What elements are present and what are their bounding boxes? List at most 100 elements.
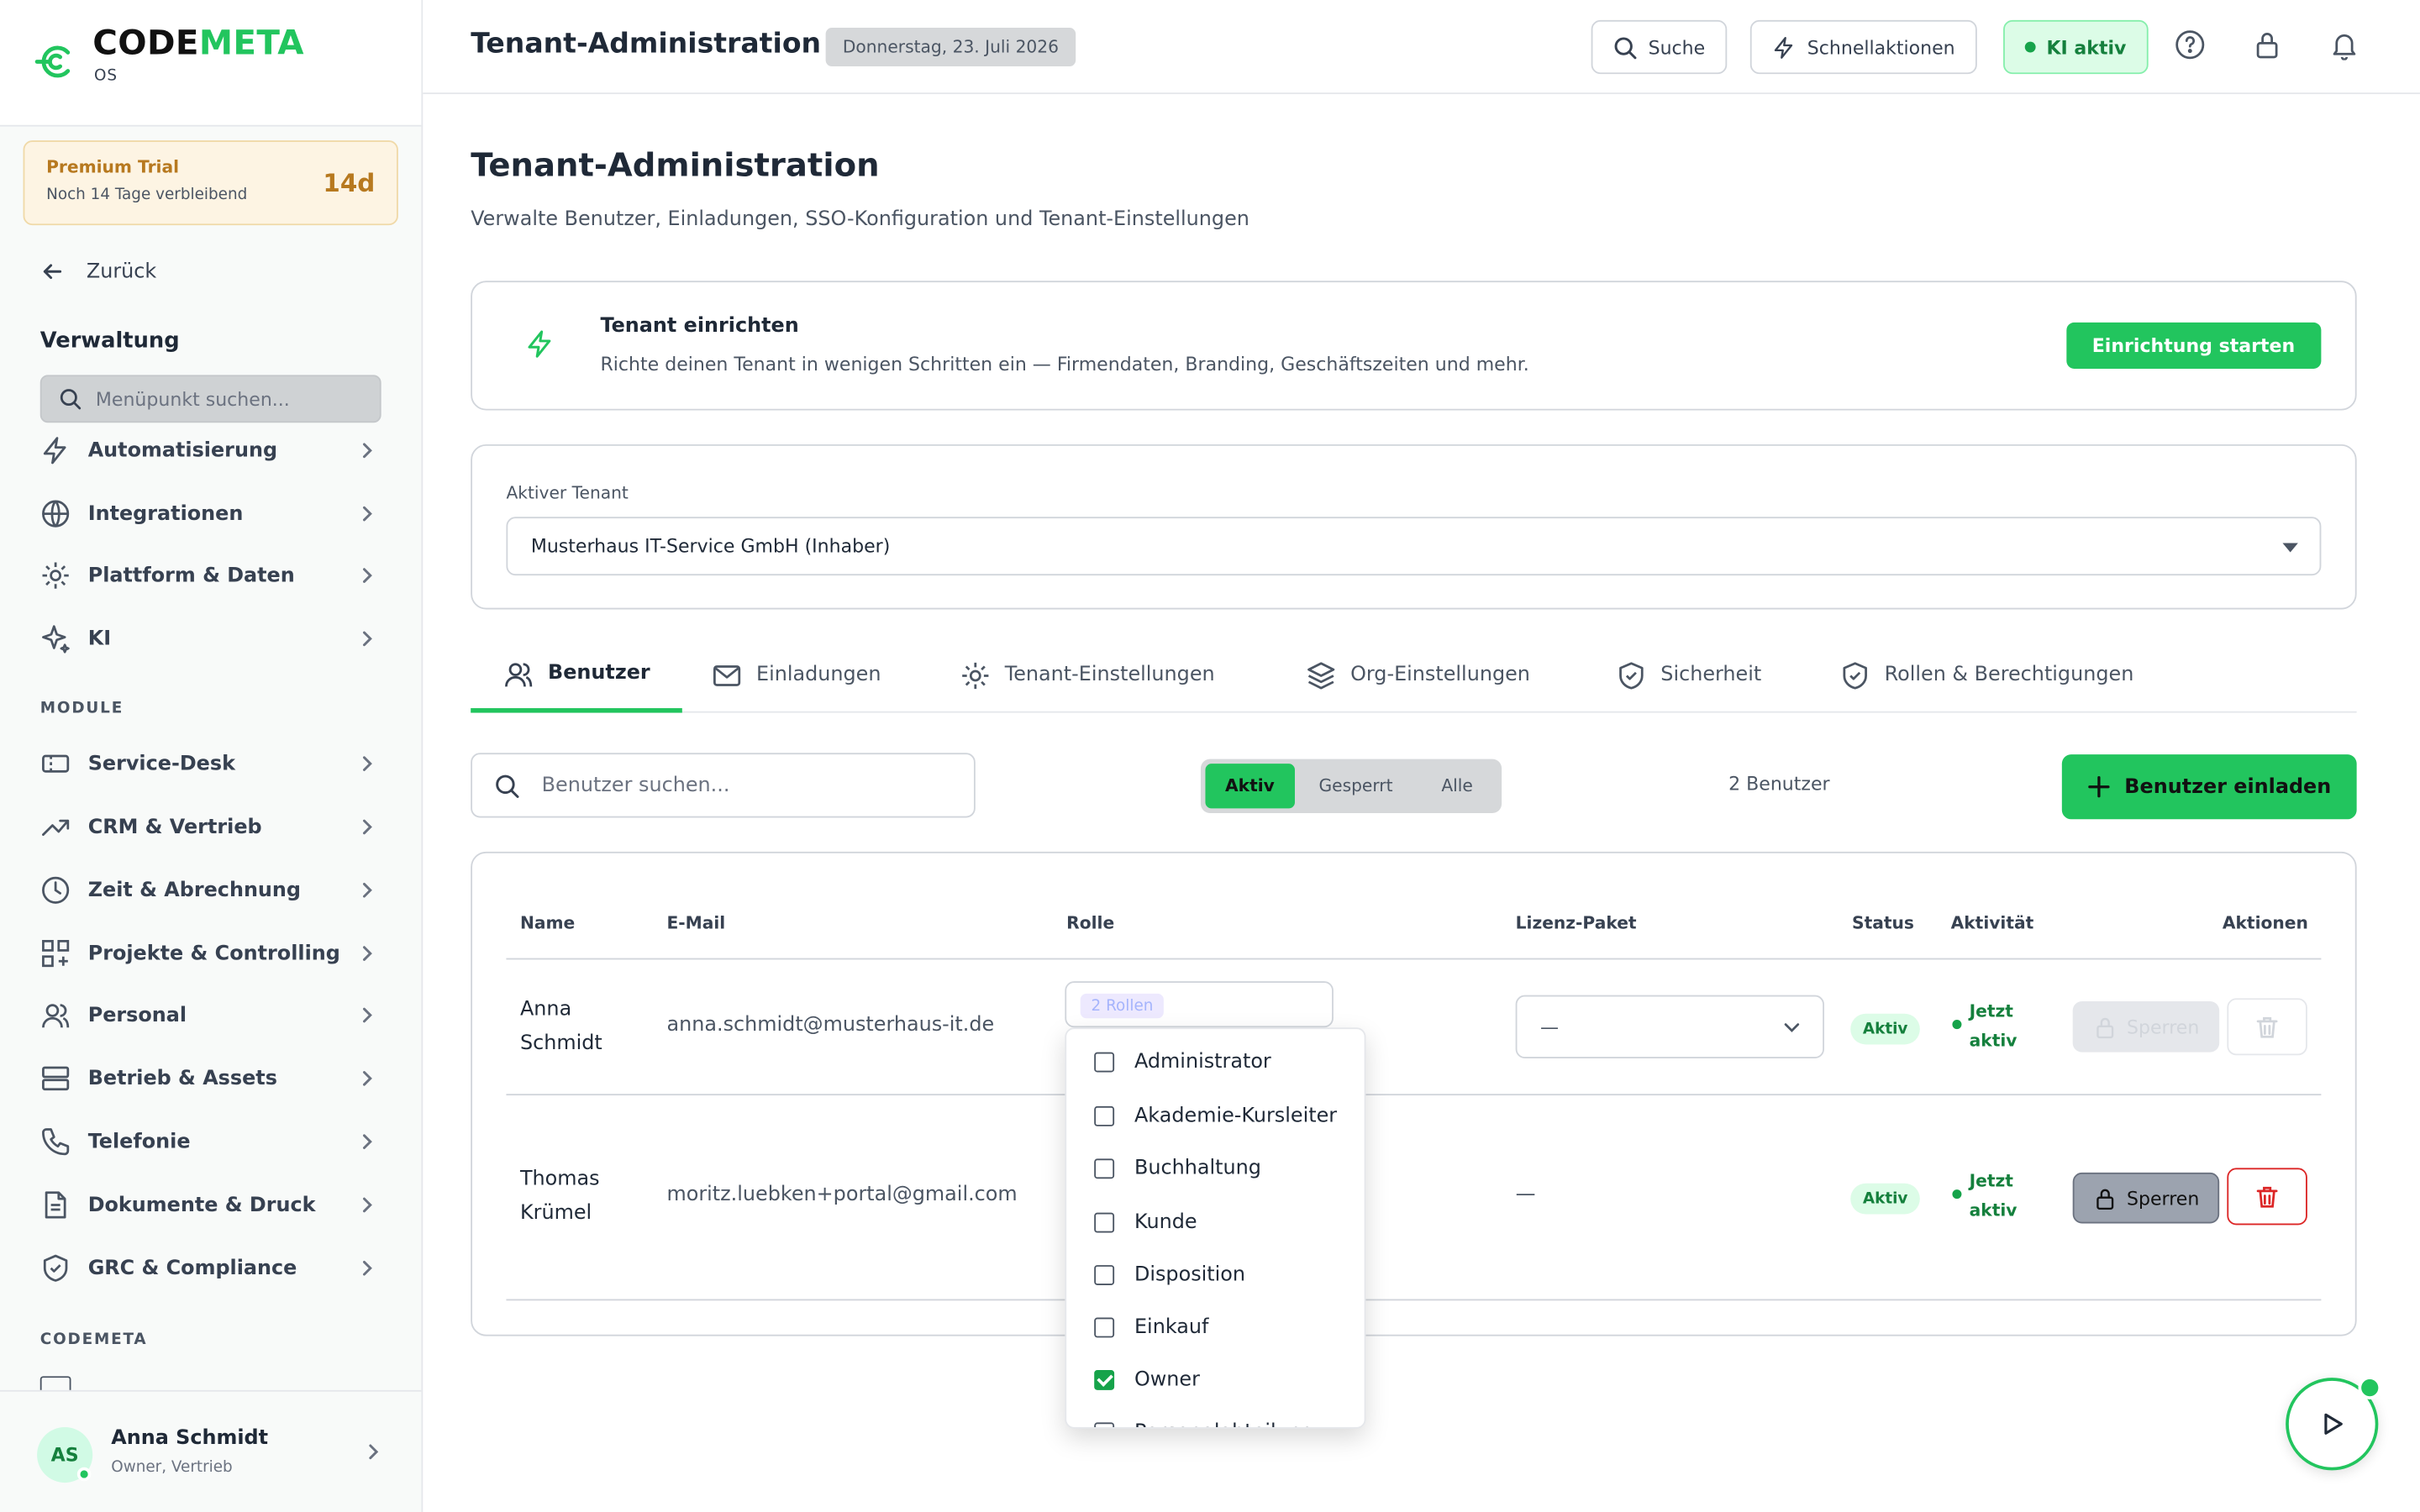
layers-icon xyxy=(1306,659,1337,690)
main-title: Tenant-Administration xyxy=(471,146,880,184)
role-option[interactable]: Personalabteilung xyxy=(1094,1416,1314,1427)
search-button[interactable]: Suche xyxy=(1591,19,1727,75)
checkbox[interactable] xyxy=(1094,1264,1115,1285)
chevron-right-icon xyxy=(358,881,376,900)
trash-icon xyxy=(2254,1184,2279,1209)
user-profile[interactable]: AS Anna Schmidt Owner, Vertrieb xyxy=(0,1389,422,1512)
invite-user-button[interactable]: Benutzer einladen xyxy=(2061,754,2357,820)
trial-subtitle: Noch 14 Tage verbleibend xyxy=(46,186,248,204)
chevron-right-icon xyxy=(358,754,376,773)
user-role: Owner, Vertrieb xyxy=(111,1459,233,1477)
premium-trial-banner[interactable]: Premium Trial Noch 14 Tage verbleibend 1… xyxy=(23,140,398,226)
filter-aktiv[interactable]: Aktiv xyxy=(1205,764,1295,809)
lock-label: Sperren xyxy=(2126,1016,2200,1038)
role-option[interactable]: Disposition xyxy=(1094,1259,1245,1290)
chevron-right-icon xyxy=(358,1259,376,1278)
sidebar-item-label: Plattform & Daten xyxy=(87,564,295,587)
logo-icon xyxy=(34,43,80,80)
users-icon xyxy=(503,658,534,689)
checkbox[interactable] xyxy=(1094,1158,1115,1179)
help-icon[interactable] xyxy=(2175,29,2206,60)
ki-status-button[interactable]: KI aktiv xyxy=(2003,19,2149,75)
user-search-input[interactable]: Benutzer suchen... xyxy=(471,753,976,818)
sidebar-item-crm[interactable]: CRM & Vertrieb xyxy=(40,804,383,850)
activity-cell: Jetzt aktiv xyxy=(1952,1167,2017,1226)
plus-icon xyxy=(2087,776,2109,798)
sidebar-item-automatisierung[interactable]: Automatisierung xyxy=(40,428,383,474)
delete-user-button[interactable] xyxy=(2227,998,2307,1056)
chevron-right-icon xyxy=(358,1132,376,1151)
sidebar-item-zeit[interactable]: Zeit & Abrechnung xyxy=(40,867,383,913)
tab-benutzer[interactable]: Benutzer xyxy=(471,638,683,713)
license-value: — xyxy=(1540,1016,1560,1038)
bell-icon[interactable] xyxy=(2329,29,2360,60)
role-option[interactable]: Einkauf xyxy=(1094,1311,1208,1342)
role-option[interactable]: Administrator xyxy=(1094,1046,1271,1077)
tab-tenant-einstellungen[interactable]: Tenant-Einstellungen xyxy=(928,638,1247,711)
search-icon xyxy=(494,772,520,798)
lock-user-button[interactable]: Sperren xyxy=(2072,1001,2220,1053)
delete-user-button[interactable] xyxy=(2227,1168,2307,1226)
tab-sicherheit[interactable]: Sicherheit xyxy=(1583,638,1793,711)
sidebar-item-grc[interactable]: GRC & Compliance xyxy=(40,1245,383,1291)
sidebar-item-service-desk[interactable]: Service-Desk xyxy=(40,741,383,787)
lock-icon[interactable] xyxy=(2252,29,2283,60)
column-header-name: Name xyxy=(519,913,576,934)
sidebar-item-ki[interactable]: KI xyxy=(40,616,383,662)
tab-einladungen[interactable]: Einladungen xyxy=(679,638,913,711)
role-option[interactable]: Owner xyxy=(1094,1364,1200,1395)
column-header-activity: Aktivität xyxy=(1950,913,2034,934)
divider xyxy=(506,958,2322,960)
divider xyxy=(506,1299,2322,1301)
lightning-icon xyxy=(1772,34,1797,59)
sidebar-item-betrieb[interactable]: Betrieb & Assets xyxy=(40,1055,383,1101)
sidebar-item-plattform[interactable]: Plattform & Daten xyxy=(40,553,383,599)
sidebar-item-label: GRC & Compliance xyxy=(87,1256,297,1280)
logo-area: CODEMETA OS xyxy=(0,0,422,127)
license-select[interactable]: — xyxy=(1515,995,1824,1058)
tab-label: Org-Einstellungen xyxy=(1350,663,1530,687)
start-setup-button[interactable]: Einrichtung starten xyxy=(2065,322,2322,369)
main-content: Tenant-Administration Verwalte Benutzer,… xyxy=(423,94,2420,1512)
sidebar-item-personal[interactable]: Personal xyxy=(40,992,383,1038)
checkbox-checked[interactable] xyxy=(1094,1369,1115,1389)
role-option[interactable]: Kunde xyxy=(1094,1206,1197,1237)
sidebar-item-dokumente[interactable]: Dokumente & Druck xyxy=(40,1182,383,1228)
globe-icon xyxy=(40,498,71,529)
sidebar-item-integrationen[interactable]: Integrationen xyxy=(40,491,383,537)
role-option[interactable]: Akademie-Kursleiter xyxy=(1094,1100,1337,1131)
menu-search-input[interactable]: Menüpunkt suchen... xyxy=(39,375,381,423)
tab-label: Tenant-Einstellungen xyxy=(1004,663,1215,687)
users-table: Name E-Mail Rolle Lizenz-Paket Status Ak… xyxy=(471,851,2357,1336)
quick-actions-button[interactable]: Schnellaktionen xyxy=(1749,19,1977,75)
filter-alle[interactable]: Alle xyxy=(1418,764,1497,808)
role-option[interactable]: Buchhaltung xyxy=(1094,1152,1261,1184)
shield-icon xyxy=(40,1252,71,1284)
tab-rollen[interactable]: Rollen & Berechtigungen xyxy=(1807,638,2166,711)
back-link[interactable]: Zurück xyxy=(40,260,156,284)
filter-gesperrt[interactable]: Gesperrt xyxy=(1297,764,1414,808)
tab-label: Einladungen xyxy=(755,663,881,687)
checkbox[interactable] xyxy=(1094,1051,1115,1072)
tenant-select[interactable]: Musterhaus IT-Service GmbH (Inhaber) xyxy=(506,517,2322,576)
user-search-placeholder: Benutzer suchen... xyxy=(541,774,730,797)
lock-user-button[interactable]: Sperren xyxy=(2072,1172,2220,1224)
checkbox[interactable] xyxy=(1094,1316,1115,1337)
play-icon xyxy=(2318,1410,2346,1438)
status-badge: Aktiv xyxy=(1850,1013,1921,1045)
chevron-right-icon xyxy=(358,944,376,963)
roles-select[interactable]: 2 Rollen xyxy=(1065,981,1334,1028)
tenant-value: Musterhaus IT-Service GmbH (Inhaber) xyxy=(530,535,891,558)
search-icon xyxy=(59,387,82,411)
sidebar-item-label: Projekte & Controlling xyxy=(87,942,340,965)
checkbox[interactable] xyxy=(1094,1211,1115,1232)
tab-org-einstellungen[interactable]: Org-Einstellungen xyxy=(1273,638,1562,711)
sidebar-item-projekte[interactable]: Projekte & Controlling xyxy=(40,931,383,977)
chevron-right-icon xyxy=(358,505,376,523)
sidebar-item-label: CRM & Vertrieb xyxy=(87,815,262,839)
checkbox[interactable] xyxy=(1094,1105,1115,1126)
sidebar-item-telefonie[interactable]: Telefonie xyxy=(40,1119,383,1165)
checkbox[interactable] xyxy=(1094,1421,1115,1427)
sidebar-item-label: Zeit & Abrechnung xyxy=(87,879,302,902)
user-name: Anna Schmidt xyxy=(111,1426,269,1451)
